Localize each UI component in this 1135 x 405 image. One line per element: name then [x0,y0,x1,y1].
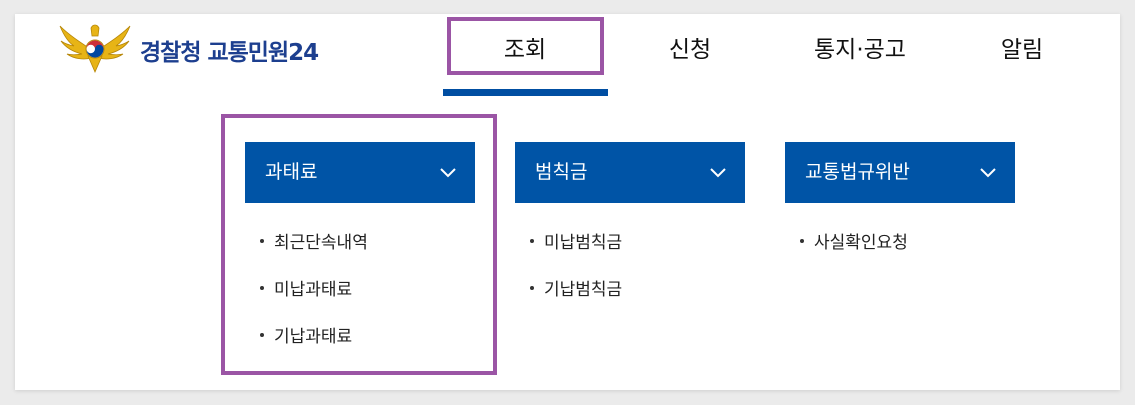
panel-header-penalty[interactable]: 범칙금 [515,142,745,203]
bullet-icon [530,239,534,243]
bullet-icon [260,333,264,337]
brand-title[interactable]: 경찰청 교통민원24 [140,33,319,67]
bullet-icon [530,286,534,290]
bullet-icon [260,286,264,290]
panel-title: 교통법규위반 [805,161,910,183]
police-emblem-logo[interactable] [58,22,132,74]
nav-tab-notice[interactable]: 통지·공고 [790,30,930,70]
eagle-emblem-icon [59,24,131,73]
submenu-item-recent-violations[interactable]: 최근단속내역 [260,228,368,253]
panel-title: 과태료 [265,161,318,183]
submenu-item-paid-penalty[interactable]: 기납범칙금 [530,275,622,300]
panel-header-fine[interactable]: 과태료 [245,142,475,203]
panel-header-traffic-violation[interactable]: 교통법규위반 [785,142,1015,203]
active-tab-indicator [443,89,608,96]
submenu-item-unpaid-fine[interactable]: 미납과태료 [260,275,352,300]
chevron-down-icon [980,168,996,178]
panel-title: 범칙금 [535,161,588,183]
chevron-down-icon [710,168,726,178]
bullet-icon [800,239,804,243]
nav-tab-application[interactable]: 신청 [640,30,740,70]
chevron-down-icon [440,168,456,178]
nav-tab-alert[interactable]: 알림 [972,30,1072,70]
submenu-item-fact-check-request[interactable]: 사실확인요청 [800,228,908,253]
submenu-item-paid-fine[interactable]: 기납과태료 [260,322,352,347]
bullet-icon [260,239,264,243]
highlight-box-nav [447,17,604,75]
submenu-item-unpaid-penalty[interactable]: 미납범칙금 [530,228,622,253]
